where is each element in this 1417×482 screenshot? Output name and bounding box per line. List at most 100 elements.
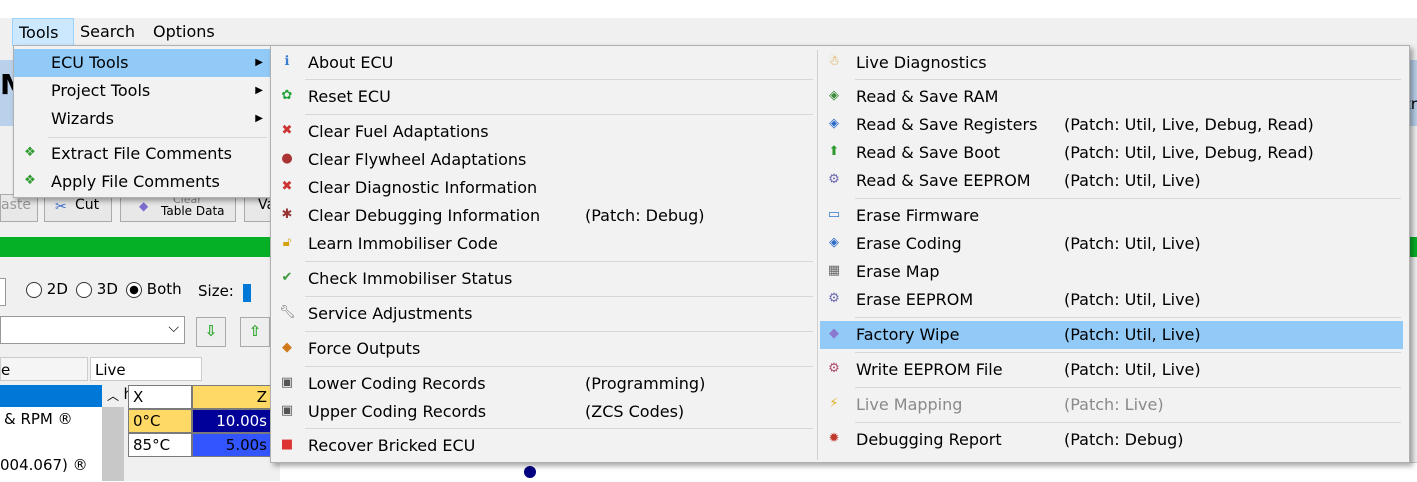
column-divider (817, 50, 818, 460)
menu-item-lower-coding-records[interactable]: ▣ Lower Coding Records (Programming) (271, 370, 817, 398)
radio-2d-circle (26, 281, 42, 298)
menu-item-clear-diagnostic-information[interactable]: ✖ Clear Diagnostic Information (271, 174, 817, 202)
menu-item-note: (Patch: Util, Live) (1064, 290, 1201, 309)
tools-menu: ECU Tools ▶ Project Tools ▶ Wizards ▶ ❖ … (13, 45, 272, 198)
menu-item-label: Read & Save Registers (856, 115, 1038, 134)
grid-row-1-z[interactable]: 5.00s (192, 433, 272, 457)
menu-item-label: Wizards (51, 109, 114, 128)
read-eeprom-icon: ⚙ (828, 172, 840, 187)
menu-item-clear-flywheel-adaptations[interactable]: ● Clear Flywheel Adaptations (271, 146, 817, 174)
radio-3d-circle (76, 281, 92, 298)
list-scroll-up[interactable]: ︿ (102, 385, 124, 407)
menu-item-label: Read & Save EEPROM (856, 171, 1031, 190)
grid-row-0-z[interactable]: 10.00s (192, 409, 272, 433)
menu-item-ecu-tools[interactable]: ECU Tools ▶ (14, 49, 271, 77)
menu-item-apply-file-comments[interactable]: ❖ Apply File Comments (14, 168, 271, 196)
menu-item-label: Apply File Comments (51, 172, 220, 191)
menu-item-label: Reset ECU (308, 87, 391, 106)
menu-item-erase-firmware[interactable]: ▭ Erase Firmware (820, 202, 1405, 230)
menu-item-clear-fuel-adaptations[interactable]: ✖ Clear Fuel Adaptations (271, 118, 817, 146)
radio-both[interactable]: Both (126, 280, 182, 298)
menu-item-note: (Patch: Debug) (585, 206, 705, 225)
menu-item-write-eeprom-file[interactable]: ⚙ Write EEPROM File (Patch: Util, Live) (820, 356, 1405, 384)
menu-item-upper-coding-records[interactable]: ▣ Upper Coding Records (ZCS Codes) (271, 398, 817, 426)
menu-item-about-ecu[interactable]: ℹ About ECU (271, 49, 817, 77)
force-outputs-icon: ◆ (282, 340, 292, 355)
menu-item-erase-coding[interactable]: ◈ Erase Coding (Patch: Util, Live) (820, 230, 1405, 258)
menu-options-label: Options (153, 22, 215, 41)
menu-item-clear-debugging-information[interactable]: ✱ Clear Debugging Information (Patch: De… (271, 202, 817, 230)
radio-2d-label: 2D (46, 280, 68, 298)
erase-firmware-icon: ▭ (827, 207, 841, 222)
lightning-icon: ⚡︎ (829, 396, 839, 411)
menu-item-erase-eeprom[interactable]: ⚙ Erase EEPROM (Patch: Util, Live) (820, 286, 1405, 314)
tab-live-dashboard[interactable]: Live Dashboard (90, 357, 202, 403)
menu-separator (305, 331, 813, 332)
tab-live-diagnostics[interactable]: e Diagnostics (0, 357, 88, 403)
menu-item-read-save-boot[interactable]: ⬆ Read & Save Boot (Patch: Util, Live, D… (820, 139, 1405, 167)
menu-separator (855, 387, 1401, 388)
menu-item-read-save-eeprom[interactable]: ⚙ Read & Save EEPROM (Patch: Util, Live) (820, 167, 1405, 195)
menu-item-note: (ZCS Codes) (585, 402, 685, 421)
paste-button[interactable]: aste (0, 194, 38, 222)
selector-combobox[interactable]: ⌵ (0, 316, 185, 344)
menu-item-reset-ecu[interactable]: ✿ Reset ECU (271, 83, 817, 111)
info-icon: ℹ (284, 54, 290, 69)
clear-table-data-button[interactable]: ◆ Clear Table Data (120, 193, 236, 222)
eraser-icon: ◆ (139, 199, 149, 213)
menu-item-check-immobiliser-status[interactable]: ✔ Check Immobiliser Status (271, 265, 817, 293)
menu-item-extract-file-comments[interactable]: ❖ Extract File Comments (14, 140, 271, 168)
menu-item-factory-wipe[interactable]: ◆ Factory Wipe (Patch: Util, Live) (820, 321, 1403, 349)
grid-cell-x: 0°C (133, 412, 161, 430)
dropdown-fragment[interactable] (0, 278, 6, 306)
chart-area (280, 462, 1417, 482)
up-arrow-button[interactable]: ⇧ (240, 317, 270, 347)
menu-search[interactable]: Search (74, 18, 141, 46)
clear-flywheel-icon: ● (281, 151, 293, 166)
menu-item-label: Read & Save RAM (856, 87, 999, 106)
list-scrollbar[interactable] (102, 407, 124, 481)
grid-cell-z: 5.00s (225, 436, 267, 454)
down-arrow-button[interactable]: ⇩ (196, 317, 226, 347)
radio-2d[interactable]: 2D (26, 280, 68, 298)
menu-item-live-mapping[interactable]: ⚡︎ Live Mapping (Patch: Live) (820, 391, 1405, 419)
menu-item-read-save-registers[interactable]: ◈ Read & Save Registers (Patch: Util, Li… (820, 111, 1405, 139)
grid-header-x: X (128, 385, 192, 409)
live-diagnostics-icon: ☃ (828, 54, 840, 69)
reset-icon: ✿ (281, 88, 293, 103)
radio-both-circle (126, 281, 142, 298)
menu-item-recover-bricked-ecu[interactable]: ■ Recover Bricked ECU (271, 432, 817, 460)
menu-item-label: Recover Bricked ECU (308, 436, 476, 455)
table-data-label: Table Data (161, 204, 225, 218)
menu-separator (855, 198, 1401, 199)
menu-item-service-adjustments[interactable]: 🔧︎ Service Adjustments (271, 300, 817, 328)
list-header-selected[interactable] (0, 385, 102, 407)
list-item[interactable]: 004.067) ® (0, 456, 88, 474)
view-options-row: 2D 3D Both Size: (0, 276, 280, 306)
menu-tools-label: Tools (19, 23, 59, 42)
menu-item-erase-map[interactable]: ▦ Erase Map (820, 258, 1405, 286)
erase-map-icon: ▦ (827, 263, 841, 278)
menu-tools[interactable]: Tools (12, 18, 74, 46)
menu-item-force-outputs[interactable]: ◆ Force Outputs (271, 335, 817, 363)
menu-search-label: Search (80, 22, 135, 41)
menu-item-learn-immobiliser-code[interactable]: 🔓︎ Learn Immobiliser Code (271, 230, 817, 258)
cut-button[interactable]: ✂ Cut (44, 194, 112, 222)
menu-item-live-diagnostics[interactable]: ☃ Live Diagnostics (820, 49, 1405, 77)
menu-item-label: Write EEPROM File (856, 360, 1003, 379)
grid-row-1-x[interactable]: 85°C (128, 433, 192, 457)
menu-item-label: Live Mapping (856, 395, 963, 414)
menu-options[interactable]: Options (147, 18, 221, 46)
list-item[interactable]: & RPM ® (4, 410, 73, 428)
radio-3d[interactable]: 3D (76, 280, 118, 298)
grid-row-0-x[interactable]: 0°C (128, 409, 192, 433)
paste-label: aste (1, 197, 31, 213)
menu-item-debugging-report[interactable]: ✹ Debugging Report (Patch: Debug) (820, 426, 1405, 454)
menu-item-read-save-ram[interactable]: ◈ Read & Save RAM (820, 83, 1405, 111)
menu-item-label: Erase EEPROM (856, 290, 974, 309)
menu-item-label: ECU Tools (51, 53, 129, 72)
menu-item-wizards[interactable]: Wizards ▶ (14, 105, 271, 133)
size-slider-thumb[interactable] (243, 284, 251, 302)
bug-icon: ✹ (828, 431, 840, 446)
menu-item-project-tools[interactable]: Project Tools ▶ (14, 77, 271, 105)
